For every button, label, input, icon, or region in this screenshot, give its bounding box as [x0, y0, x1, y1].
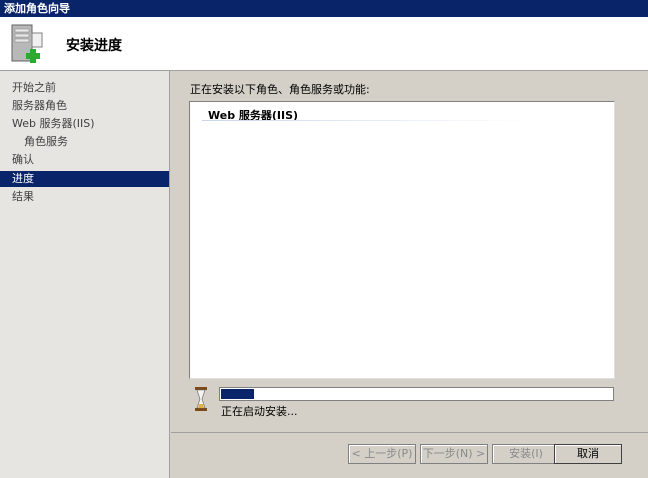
server-add-icon: [8, 23, 50, 67]
sidebar-item-web-server-iis[interactable]: Web 服务器(IIS): [0, 116, 169, 132]
status-text: 正在启动安装...: [221, 405, 298, 418]
list-item-underline: [202, 120, 532, 121]
wizard-footer: < 上一步(P) 下一步(N) > 安装(I) 取消: [171, 432, 648, 478]
cancel-button[interactable]: 取消: [554, 444, 622, 464]
window-title: 添加角色向导: [0, 0, 648, 17]
install-progress-bar: [219, 387, 614, 401]
wizard-header: 安装进度: [0, 17, 648, 71]
sidebar-item-progress[interactable]: 进度: [0, 171, 169, 187]
install-list-label: 正在安装以下角色、角色服务或功能:: [190, 83, 370, 96]
sidebar-item-results[interactable]: 结果: [0, 189, 169, 205]
next-button[interactable]: 下一步(N) >: [420, 444, 488, 464]
install-list[interactable]: Web 服务器(IIS): [189, 101, 615, 379]
install-button[interactable]: 安装(I): [492, 444, 560, 464]
sidebar-item-server-roles[interactable]: 服务器角色: [0, 98, 169, 114]
main-content: 正在安装以下角色、角色服务或功能: Web 服务器(IIS) 正在启动安装...: [171, 71, 648, 432]
sidebar-item-confirmation[interactable]: 确认: [0, 152, 169, 168]
wizard-steps-sidebar: 开始之前 服务器角色 Web 服务器(IIS) 角色服务 确认 进度 结果: [0, 71, 170, 478]
page-title: 安装进度: [66, 38, 122, 54]
sidebar-item-role-services[interactable]: 角色服务: [0, 134, 169, 150]
progress-fill: [221, 389, 255, 399]
hourglass-icon: [195, 387, 207, 411]
sidebar-item-before-you-begin[interactable]: 开始之前: [0, 80, 169, 96]
previous-button[interactable]: < 上一步(P): [348, 444, 416, 464]
